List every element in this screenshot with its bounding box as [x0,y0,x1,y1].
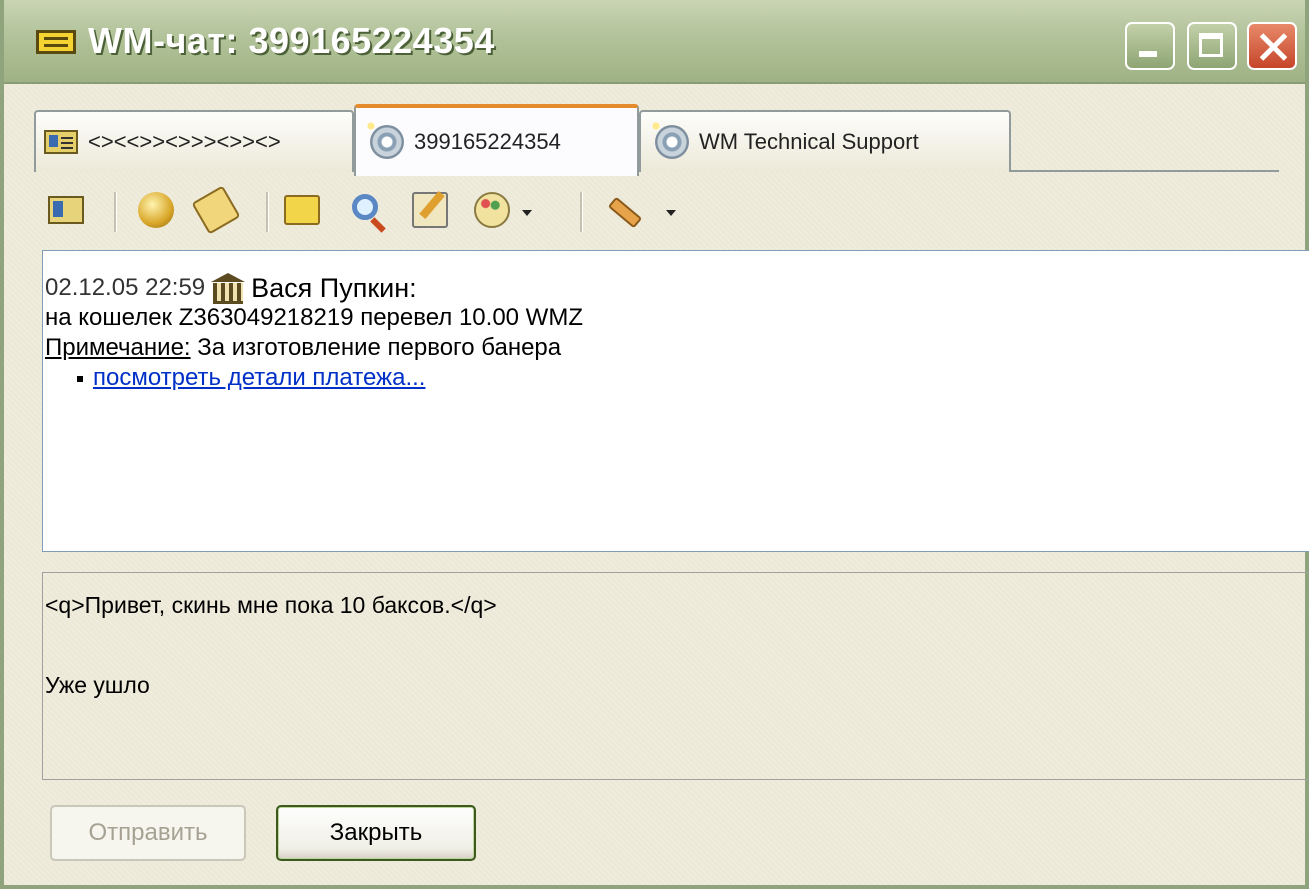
window-title: WM-чат: 399165224354 [88,20,495,61]
close-window-button[interactable] [1247,22,1297,70]
payment-details-link[interactable]: посмотреть детали платежа... [93,364,425,391]
tab-label: 399165224354 [414,129,561,154]
note-text: За изготовление первого банера [190,334,562,361]
settings-dropdown-arrow-icon[interactable] [666,210,676,216]
tab-contact-1[interactable]: <><<>><>>><>><> [34,110,354,172]
send-button[interactable]: Отправить [50,805,246,861]
contact-disc-icon [364,119,404,159]
message-history[interactable]: 02.12.05 22:59 Вася Пупкин: на кошелек Z… [42,250,1309,552]
message-icon[interactable] [284,195,320,225]
message-transfer-line: на кошелек Z363049218219 перевел 10.00 W… [45,304,583,331]
bank-icon [211,273,246,304]
note-label: Примечание: [45,334,191,361]
tab-wm-technical-support[interactable]: WM Technical Support [639,110,1011,172]
message-header: 02.12.05 22:59 Вася Пупкин: [45,273,1309,304]
coins-icon[interactable] [138,192,174,228]
contact-card-icon [44,130,78,154]
payment-details-row: посмотреть детали платежа... [45,363,1309,393]
tab-strip: <><<>><>>><>><> 399165224354 WM Technica… [34,104,1274,176]
edit-icon[interactable] [412,192,448,228]
tag-icon[interactable] [191,185,241,235]
title-bar[interactable]: WM-чат: 399165224354 [4,0,1305,84]
contact-card-icon[interactable] [48,196,84,224]
chat-window-icon [36,30,76,54]
contact-disc-icon [649,119,689,159]
toolbar-separator [114,192,117,232]
minimize-button[interactable] [1125,22,1175,70]
message-input[interactable]: <q>Привет, скинь мне пока 10 баксов.</q>… [42,572,1309,780]
palette-icon[interactable] [474,192,510,228]
message-timestamp: 02.12.05 22:59 [45,274,206,301]
toolbar-separator [266,192,269,232]
toolbar [42,182,742,242]
tab-contact-399165224354[interactable]: 399165224354 [354,104,639,176]
input-line: Уже ушло [45,672,150,698]
tab-label: WM Technical Support [699,129,919,154]
bullet-icon [77,375,83,382]
palette-dropdown-arrow-icon[interactable] [522,210,532,216]
input-line: <q>Привет, скинь мне пока 10 баксов.</q> [45,592,497,618]
toolbar-separator [580,192,583,232]
search-icon[interactable] [352,194,378,220]
message-note: Примечание: За изготовление первого бане… [45,333,1309,363]
close-button[interactable]: Закрыть [276,805,476,861]
message-sender: Вася Пупкин: [251,273,417,303]
tab-label: <><<>><>>><>><> [88,129,281,154]
wrench-icon[interactable] [602,192,638,228]
chat-window: WM-чат: 399165224354 <><<>><>>><>><> 399… [0,0,1309,889]
maximize-button[interactable] [1187,22,1237,70]
